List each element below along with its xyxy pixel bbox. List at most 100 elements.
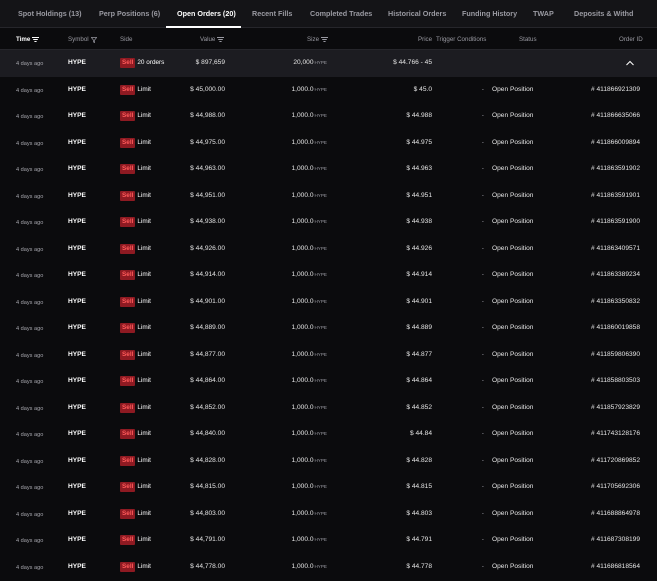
value-cell: $ 44,852.00 <box>190 403 225 411</box>
size-unit: HYPE <box>314 325 327 330</box>
order-id-cell: # 411858803503 <box>590 377 640 384</box>
status-cell: Open Position <box>492 430 534 437</box>
table-row[interactable]: 4 days ago HYPE Sell Limit $ 44,938.00 1,000.… <box>0 209 657 236</box>
table-row[interactable]: 4 days ago HYPE Sell Limit $ 44,864.00 1,000.… <box>0 368 657 395</box>
table-row[interactable]: 4 days ago HYPE Sell Limit $ 44,914.00 1,000.… <box>0 262 657 289</box>
order-type: Limit <box>137 536 151 543</box>
size-unit: HYPE <box>314 484 327 489</box>
table-row[interactable]: 4 days ago HYPE Sell Limit $ 44,778.00 1,000.… <box>0 554 657 581</box>
size-cell: 1,000.0HYPE <box>255 271 327 279</box>
column-header-side[interactable]: Side <box>120 36 132 43</box>
order-id-cell: # 411866635066 <box>590 112 640 119</box>
symbol-cell[interactable]: HYPE <box>68 139 86 147</box>
symbol-cell[interactable]: HYPE <box>68 218 86 226</box>
side-cell: Sell Limit <box>120 111 151 121</box>
table-row[interactable]: 4 days ago HYPE Sell Limit $ 44,828.00 1,000.… <box>0 448 657 475</box>
symbol-cell[interactable]: HYPE <box>68 351 86 359</box>
symbol-cell[interactable]: HYPE <box>68 245 86 253</box>
time-cell: 4 days ago <box>16 458 44 465</box>
tab-recent-fills[interactable]: Recent Fills <box>252 9 292 18</box>
tab-completed-trades[interactable]: Completed Trades <box>310 9 372 18</box>
price-cell: $ 45.0 <box>413 85 432 93</box>
table-row[interactable]: 4 days ago HYPE Sell Limit $ 44,852.00 1,000.… <box>0 395 657 422</box>
column-header-symbol[interactable]: Symbol <box>68 36 97 43</box>
tab-open-orders[interactable]: Open Orders (20) <box>177 9 236 18</box>
trigger-conditions-cell: - <box>481 324 484 331</box>
tab-deposits-withdrawals[interactable]: Deposits & Withd <box>574 9 633 18</box>
table-row[interactable]: 4 days ago HYPE Sell Limit $ 44,901.00 1,000.… <box>0 289 657 316</box>
size-cell: 1,000.0HYPE <box>255 112 327 120</box>
column-header-value[interactable]: Value <box>200 36 225 43</box>
size-amount: 1,000.0 <box>291 377 314 384</box>
sort-icon <box>217 37 225 42</box>
symbol-cell[interactable]: HYPE <box>68 298 86 306</box>
column-header-status[interactable]: Status <box>519 36 537 43</box>
table-row[interactable]: 4 days ago HYPE Sell Limit $ 44,803.00 1,000.… <box>0 501 657 528</box>
symbol-cell[interactable]: HYPE <box>68 112 86 120</box>
symbol-cell[interactable]: HYPE <box>68 271 86 279</box>
side-cell: Sell Limit <box>120 84 151 95</box>
symbol-cell[interactable]: HYPE <box>68 165 86 173</box>
price-cell: $ 44.938 <box>406 218 432 225</box>
symbol-cell[interactable]: HYPE <box>68 324 86 332</box>
symbol-cell[interactable]: HYPE <box>68 59 86 67</box>
symbol-cell[interactable]: HYPE <box>68 377 86 385</box>
symbol-cell[interactable]: HYPE <box>68 563 86 571</box>
sell-badge: Sell <box>120 535 136 545</box>
symbol-cell[interactable]: HYPE <box>68 192 86 200</box>
column-header-value-label: Value <box>200 36 216 43</box>
order-group-summary-row[interactable]: 4 days ago HYPE Sell 20 orders $ 897,659… <box>0 50 657 77</box>
sell-badge: Sell <box>120 111 136 121</box>
table-row[interactable]: 4 days ago HYPE Sell Limit $ 44,889.00 1,000.… <box>0 315 657 342</box>
status-cell: Open Position <box>492 191 534 199</box>
side-cell: Sell Limit <box>120 190 151 201</box>
sell-badge: Sell <box>120 482 136 492</box>
column-header-trigger-conditions[interactable]: Trigger Conditions <box>436 36 486 43</box>
price-cell: $ 44.889 <box>406 324 432 331</box>
symbol-cell[interactable]: HYPE <box>68 510 86 518</box>
status-cell: Open Position <box>492 244 534 252</box>
order-type: Limit <box>137 562 151 570</box>
symbol-cell[interactable]: HYPE <box>68 457 86 465</box>
tab-funding-history[interactable]: Funding History <box>462 9 517 18</box>
table-row[interactable]: 4 days ago HYPE Sell Limit $ 44,963.00 1,000.… <box>0 156 657 183</box>
size-unit: HYPE <box>314 192 327 198</box>
tab-perp-positions[interactable]: Perp Positions (6) <box>99 9 160 18</box>
price-cell: $ 44.828 <box>406 456 432 464</box>
table-row[interactable]: 4 days ago HYPE Sell Limit $ 44,926.00 1,000.… <box>0 236 657 263</box>
symbol-cell[interactable]: HYPE <box>68 86 86 94</box>
column-header-side-label: Side <box>120 36 133 43</box>
column-header-size[interactable]: Size <box>307 36 329 43</box>
tab-historical-orders[interactable]: Historical Orders <box>388 9 446 18</box>
symbol-cell[interactable]: HYPE <box>68 483 86 491</box>
sort-icon <box>32 37 40 42</box>
size-amount: 1,000.0 <box>291 191 314 199</box>
table-row[interactable]: 4 days ago HYPE Sell Limit $ 44,877.00 1,000.… <box>0 342 657 369</box>
filter-icon <box>90 36 97 43</box>
price-cell: $ 44.791 <box>406 536 432 543</box>
column-header-price[interactable]: Price <box>418 36 432 43</box>
table-row[interactable]: 4 days ago HYPE Sell Limit $ 44,975.00 1,000.… <box>0 130 657 157</box>
table-row[interactable]: 4 days ago HYPE Sell Limit $ 44,988.00 1,000.… <box>0 103 657 130</box>
price-cell: $ 44.988 <box>406 112 432 119</box>
column-header-time[interactable]: Time <box>16 36 40 43</box>
trigger-conditions-cell: - <box>481 483 484 490</box>
symbol-cell[interactable]: HYPE <box>68 404 86 412</box>
size-cell: 1,000.0HYPE <box>255 563 327 571</box>
tab-twap[interactable]: TWAP <box>533 9 554 18</box>
time-cell: 4 days ago <box>16 299 44 306</box>
trigger-conditions-cell: - <box>481 456 484 464</box>
table-row[interactable]: 4 days ago HYPE Sell Limit $ 45,000.00 1,000.… <box>0 77 657 104</box>
chevron-up-icon[interactable] <box>624 59 636 67</box>
table-row[interactable]: 4 days ago HYPE Sell Limit $ 44,840.00 1,000.… <box>0 421 657 448</box>
tab-spot-holdings[interactable]: Spot Holdings (13) <box>18 9 82 18</box>
status-cell: Open Position <box>492 271 534 278</box>
order-id-cell: # 411863389234 <box>590 271 640 278</box>
table-row[interactable]: 4 days ago HYPE Sell Limit $ 44,951.00 1,000.… <box>0 183 657 210</box>
column-header-order-id[interactable]: Order ID <box>619 36 643 43</box>
sort-icon <box>321 37 329 42</box>
table-row[interactable]: 4 days ago HYPE Sell Limit $ 44,815.00 1,000.… <box>0 474 657 501</box>
table-row[interactable]: 4 days ago HYPE Sell Limit $ 44,791.00 1,000.… <box>0 527 657 554</box>
symbol-cell[interactable]: HYPE <box>68 430 86 438</box>
symbol-cell[interactable]: HYPE <box>68 536 86 544</box>
